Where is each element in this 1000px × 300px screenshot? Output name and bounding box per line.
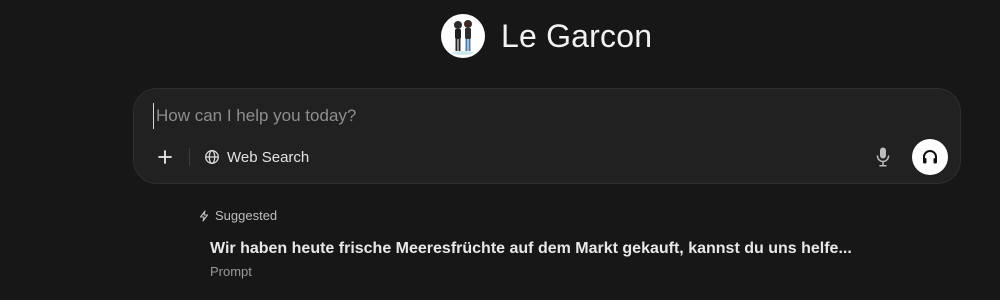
suggestion-text: Wir haben heute frische Meeresfrüchte au… [210,240,852,257]
microphone-icon [876,147,890,167]
suggested-section-header: Suggested [198,208,277,223]
assistant-header: Le Garcon [441,14,652,58]
couple-avatar-icon [441,14,485,58]
add-attachment-button[interactable] [152,144,178,170]
lightning-icon [199,209,209,222]
composer-right-tools [872,139,948,175]
toolbar-divider [189,148,190,166]
assistant-name: Le Garcon [501,17,653,54]
plus-icon [158,150,172,164]
globe-icon [205,150,219,164]
voice-mode-button[interactable] [912,139,948,175]
message-input[interactable] [153,103,936,129]
suggested-label: Suggested [215,208,278,223]
headphones-icon [923,150,937,164]
web-search-button[interactable]: Web Search [204,149,309,166]
message-composer: Web Search [133,88,961,184]
dictate-button[interactable] [872,144,894,170]
composer-left-tools: Web Search [152,141,309,173]
chat-home-page: Le Garcon Web Search [0,0,1000,300]
suggestion-item[interactable]: Wir haben heute frische Meeresfrüchte au… [210,240,900,279]
suggestion-kind: Prompt [210,264,252,279]
web-search-label: Web Search [227,148,310,166]
